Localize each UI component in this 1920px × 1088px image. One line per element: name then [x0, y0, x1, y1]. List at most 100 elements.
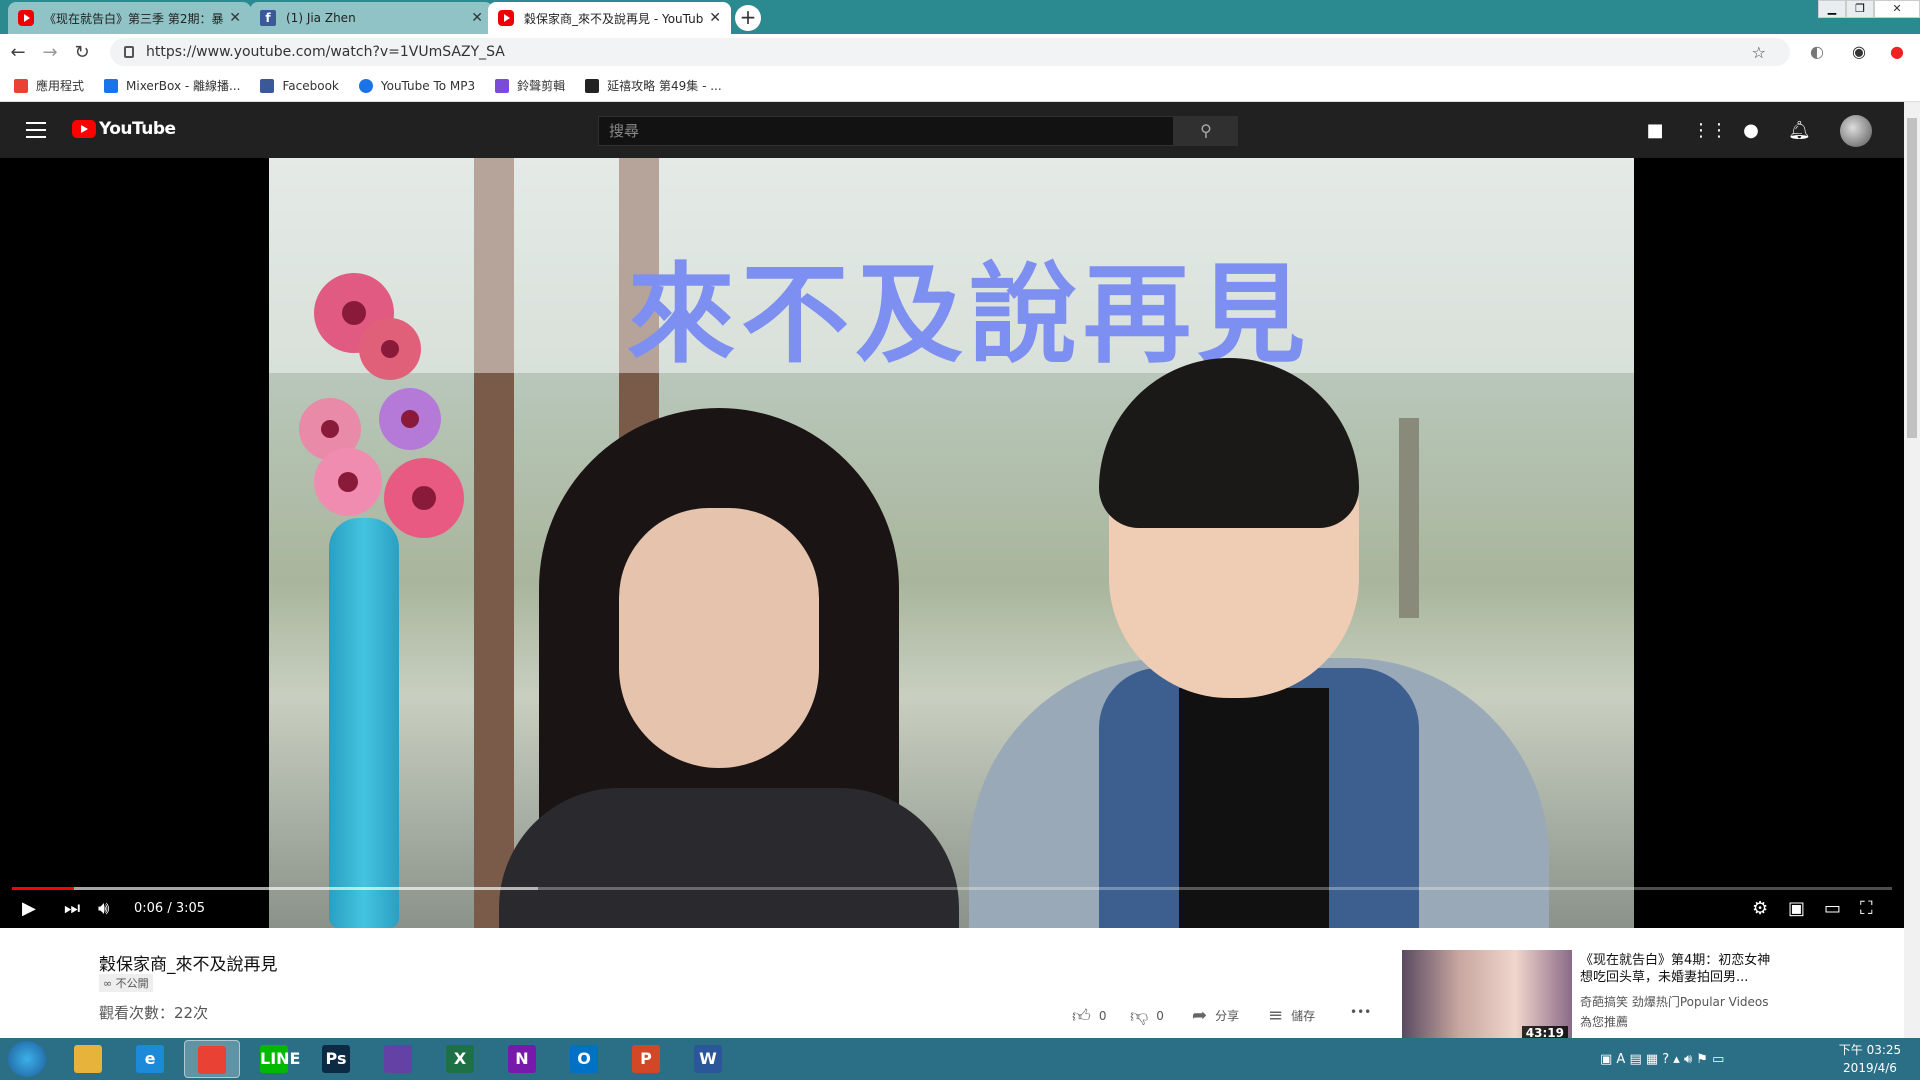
extension-icon[interactable]: ◐: [1810, 42, 1824, 61]
video-frame[interactable]: 來不及說再見: [269, 158, 1634, 928]
profile-icon[interactable]: ◉: [1852, 42, 1866, 61]
scrollbar-thumb[interactable]: [1907, 118, 1917, 438]
start-button[interactable]: [8, 1041, 46, 1077]
forward-button[interactable]: →: [36, 42, 64, 63]
progress-bar[interactable]: [12, 887, 1892, 890]
facebook-icon: f: [260, 10, 276, 26]
thumbs-down-icon: 👎︎: [1130, 1006, 1149, 1027]
fullscreen-icon[interactable]: ⛶: [1860, 897, 1873, 921]
more-actions-button[interactable]: •••: [1350, 1005, 1371, 1019]
page-scrollbar[interactable]: [1904, 102, 1920, 1040]
close-tab-icon[interactable]: ✕: [471, 10, 483, 26]
reload-button[interactable]: ↻: [68, 42, 96, 63]
close-tab-icon[interactable]: ✕: [229, 10, 241, 26]
share-button[interactable]: ➦ 分享: [1192, 1005, 1239, 1026]
clock-date: 2019/4/6: [1843, 1061, 1897, 1075]
browser-tab[interactable]: f (1) Jia Zhen ✕: [250, 2, 493, 34]
search-button[interactable]: ⚲: [1174, 116, 1238, 146]
vase-drawing: [329, 518, 399, 928]
recommended-channel[interactable]: 奇葩搞笑 劲爆热门Popular Videos: [1580, 992, 1790, 1012]
tray-icons[interactable]: ▣ A ▤ ▦ ? ▴ 🔊︎ ⚑ ▭: [1600, 1052, 1724, 1067]
clock[interactable]: 下午 03:25 2019/4/6: [1830, 1041, 1910, 1077]
restore-button[interactable]: ❐: [1846, 0, 1874, 18]
taskbar-app-photoshop[interactable]: Ps: [308, 1040, 364, 1078]
address-bar-row: ← → ↻ https://www.youtube.com/watch?v=1V…: [0, 34, 1920, 70]
bookmark-ytmp3[interactable]: YouTube To MP3: [358, 78, 475, 93]
new-tab-button[interactable]: +: [735, 5, 761, 31]
create-video-icon[interactable]: ■: [1644, 120, 1666, 142]
video-title: 穀保家商_來不及說再見: [99, 955, 278, 975]
video-player[interactable]: 來不及說再見: [0, 158, 1904, 928]
adblock-icon[interactable]: ●: [1890, 42, 1904, 61]
flower-drawing: [314, 448, 382, 516]
youtube-play-logo-icon: [72, 120, 96, 138]
photoshop-icon: Ps: [322, 1045, 350, 1073]
avatar[interactable]: [1840, 115, 1872, 147]
bookmark-ringtone[interactable]: 鈴聲剪輯: [495, 77, 565, 94]
taskbar-app-outlook[interactable]: O: [556, 1040, 612, 1078]
browser-tab-bar: 《现在就告白》第三季 第2期：暴 ✕ f (1) Jia Zhen ✕ 穀保家商…: [0, 0, 1920, 34]
next-button[interactable]: ⏭︎: [64, 897, 80, 921]
flower-drawing: [359, 318, 421, 380]
notifications-bell-icon[interactable]: 🔔︎: [1788, 120, 1811, 142]
search-input[interactable]: 搜尋: [598, 116, 1174, 146]
taskbar-app-onenote[interactable]: N: [494, 1040, 550, 1078]
tab-title: 穀保家商_來不及說再見 - YouTube: [524, 11, 704, 26]
hamburger-menu-icon[interactable]: [26, 122, 46, 138]
onenote-icon: N: [508, 1045, 536, 1073]
save-label: 儲存: [1291, 1009, 1316, 1023]
taskbar-app-excel[interactable]: X: [432, 1040, 488, 1078]
bookmark-star-icon[interactable]: ☆: [1752, 43, 1766, 62]
url-field[interactable]: https://www.youtube.com/watch?v=1VUmSAZY…: [110, 38, 1790, 66]
video-site-icon: [585, 78, 600, 93]
taskbar-app-chrome[interactable]: [184, 1040, 240, 1078]
miniplayer-icon[interactable]: ▣: [1788, 897, 1805, 921]
facebook-icon: [260, 78, 275, 93]
bookmark-facebook[interactable]: Facebook: [260, 78, 339, 93]
like-button[interactable]: 👍︎ 0: [1072, 1005, 1106, 1027]
bookmark-mixerbox[interactable]: MixerBox - 離線播...: [104, 77, 240, 94]
recommended-title[interactable]: 《现在就告白》第4期：初恋女神想吃回头草，未婚妻拍回男...: [1580, 952, 1780, 986]
taskbar-app-powerpoint[interactable]: P: [618, 1040, 674, 1078]
save-button[interactable]: ≡ 儲存: [1268, 1005, 1315, 1026]
word-icon: W: [694, 1045, 722, 1073]
browser-tab-active[interactable]: 穀保家商_來不及說再見 - YouTube ✕: [488, 2, 731, 34]
messages-icon[interactable]: ●: [1740, 120, 1762, 142]
back-button[interactable]: ←: [4, 42, 32, 63]
theater-mode-icon[interactable]: ▭: [1824, 897, 1841, 921]
mixerbox-icon: [104, 78, 119, 93]
share-arrow-icon: ➦: [1192, 1005, 1208, 1026]
recommended-thumbnail[interactable]: 43:19: [1402, 950, 1572, 1042]
settings-gear-icon[interactable]: ⚙: [1752, 897, 1768, 921]
play-button[interactable]: ▶: [22, 897, 36, 921]
windows-taskbar: e LINE Ps X N O P W ▣ A ▤ ▦ ? ▴ 🔊︎ ⚑ ▭ 下午 03:25…: [0, 1038, 1920, 1080]
taskbar-app-word[interactable]: W: [680, 1040, 736, 1078]
chrome-icon: [198, 1046, 226, 1074]
powerpoint-icon: P: [632, 1045, 660, 1073]
close-tab-icon[interactable]: ✕: [709, 10, 721, 26]
taskbar-app-ie[interactable]: e: [122, 1040, 178, 1078]
minimize-button[interactable]: ▁: [1818, 0, 1846, 18]
explorer-icon: [74, 1045, 102, 1073]
youtube-logo[interactable]: YouTube: [72, 119, 176, 139]
bookmark-label: 應用程式: [36, 79, 85, 93]
browser-tab[interactable]: 《现在就告白》第三季 第2期：暴 ✕: [8, 2, 251, 34]
apps-grid-icon: [14, 78, 28, 93]
youtube-icon: [498, 10, 514, 26]
close-window-button[interactable]: ✕: [1874, 0, 1920, 18]
youtube-header: YouTube 搜尋 ⚲ ■ ⋮⋮ ● 🔔︎: [0, 102, 1904, 158]
taskbar-app-twitch[interactable]: [370, 1040, 426, 1078]
progress-played: [12, 887, 75, 890]
apps-grid-icon[interactable]: ⋮⋮: [1692, 120, 1728, 142]
volume-icon[interactable]: 🔊︎: [98, 897, 109, 921]
dislike-button[interactable]: 👎︎ 0: [1130, 1005, 1164, 1027]
taskbar-app-line[interactable]: LINE: [246, 1040, 302, 1078]
taskbar-app-explorer[interactable]: [60, 1040, 116, 1078]
bookmark-label: Facebook: [282, 78, 339, 93]
recommended-tag: 為您推薦: [1580, 1015, 1629, 1029]
bookmark-apps[interactable]: 應用程式: [14, 77, 84, 94]
logo-text: YouTube: [99, 119, 176, 139]
share-label: 分享: [1215, 1009, 1240, 1023]
bookmarks-bar: 應用程式 MixerBox - 離線播... Facebook YouTube …: [0, 70, 1920, 102]
bookmark-drama[interactable]: 延禧攻略 第49集 - ...: [585, 77, 722, 94]
